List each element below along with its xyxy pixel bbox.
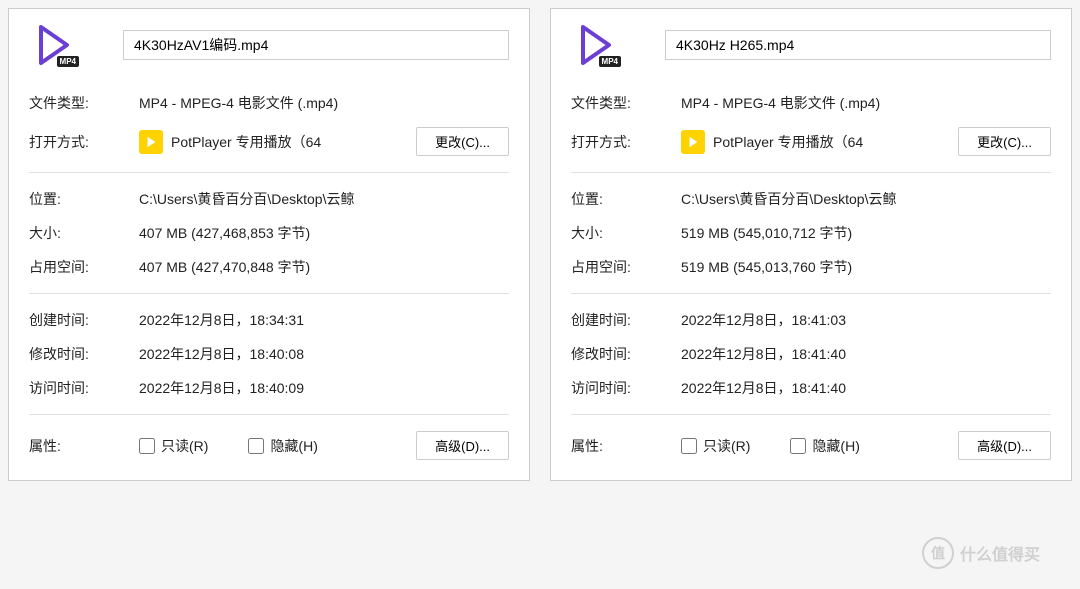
advanced-button[interactable]: 高级(D)...: [416, 431, 509, 460]
accessed-label: 访问时间:: [29, 378, 139, 398]
mp4-badge: MP4: [57, 56, 79, 67]
open-with-label: 打开方式:: [29, 132, 139, 152]
open-with-value: PotPlayer 专用播放（64: [713, 132, 950, 152]
hidden-checkbox-group[interactable]: 隐藏(H): [248, 436, 317, 456]
change-button[interactable]: 更改(C)...: [416, 127, 509, 156]
location-value: C:\Users\黄昏百分百\Desktop\云鲸: [681, 189, 1051, 209]
change-button[interactable]: 更改(C)...: [958, 127, 1051, 156]
mp4-badge: MP4: [599, 56, 621, 67]
divider: [29, 293, 509, 294]
file-type-value: MP4 - MPEG-4 电影文件 (.mp4): [681, 93, 1051, 113]
readonly-label: 只读(R): [703, 436, 750, 456]
size-value: 519 MB (545,010,712 字节): [681, 223, 1051, 243]
modified-value: 2022年12月8日，18:40:08: [139, 344, 509, 364]
attributes-label: 属性:: [29, 436, 139, 456]
location-label: 位置:: [29, 189, 139, 209]
accessed-value: 2022年12月8日，18:40:09: [139, 378, 509, 398]
header-row: MP4: [29, 21, 509, 69]
file-type-value: MP4 - MPEG-4 电影文件 (.mp4): [139, 93, 509, 113]
created-label: 创建时间:: [29, 310, 139, 330]
size-on-disk-value: 407 MB (427,470,848 字节): [139, 257, 509, 277]
open-with-label: 打开方式:: [571, 132, 681, 152]
file-mp4-icon: MP4: [571, 21, 619, 69]
hidden-checkbox[interactable]: [790, 438, 806, 454]
file-type-label: 文件类型:: [29, 93, 139, 113]
file-type-label: 文件类型:: [571, 93, 681, 113]
size-value: 407 MB (427,468,853 字节): [139, 223, 509, 243]
modified-value: 2022年12月8日，18:41:40: [681, 344, 1051, 364]
hidden-label: 隐藏(H): [812, 436, 859, 456]
divider: [571, 293, 1051, 294]
divider: [29, 414, 509, 415]
readonly-checkbox-group[interactable]: 只读(R): [681, 436, 750, 456]
header-row: MP4: [571, 21, 1051, 69]
potplayer-icon: [681, 130, 705, 154]
watermark-circle: 值: [922, 537, 954, 569]
location-label: 位置:: [571, 189, 681, 209]
watermark-text: 什么值得买: [960, 541, 1040, 565]
attributes-label: 属性:: [571, 436, 681, 456]
filename-input[interactable]: [665, 30, 1051, 60]
divider: [571, 172, 1051, 173]
size-on-disk-label: 占用空间:: [571, 257, 681, 277]
open-with-value: PotPlayer 专用播放（64: [171, 132, 408, 152]
advanced-button[interactable]: 高级(D)...: [958, 431, 1051, 460]
info-section: 文件类型: MP4 - MPEG-4 电影文件 (.mp4) 打开方式: Pot…: [29, 93, 509, 156]
potplayer-icon: [139, 130, 163, 154]
divider: [29, 172, 509, 173]
modified-label: 修改时间:: [571, 344, 681, 364]
watermark: 值 什么值得买: [922, 537, 1040, 569]
size-on-disk-value: 519 MB (545,013,760 字节): [681, 257, 1051, 277]
divider: [571, 414, 1051, 415]
properties-panel-right: MP4 文件类型: MP4 - MPEG-4 电影文件 (.mp4) 打开方式:…: [550, 8, 1072, 481]
created-label: 创建时间:: [571, 310, 681, 330]
hidden-checkbox[interactable]: [248, 438, 264, 454]
hidden-label: 隐藏(H): [270, 436, 317, 456]
size-on-disk-label: 占用空间:: [29, 257, 139, 277]
file-mp4-icon: MP4: [29, 21, 77, 69]
hidden-checkbox-group[interactable]: 隐藏(H): [790, 436, 859, 456]
readonly-label: 只读(R): [161, 436, 208, 456]
created-value: 2022年12月8日，18:34:31: [139, 310, 509, 330]
size-label: 大小:: [29, 223, 139, 243]
properties-panel-left: MP4 文件类型: MP4 - MPEG-4 电影文件 (.mp4) 打开方式:…: [8, 8, 530, 481]
readonly-checkbox[interactable]: [681, 438, 697, 454]
accessed-value: 2022年12月8日，18:41:40: [681, 378, 1051, 398]
accessed-label: 访问时间:: [571, 378, 681, 398]
readonly-checkbox[interactable]: [139, 438, 155, 454]
filename-input[interactable]: [123, 30, 509, 60]
readonly-checkbox-group[interactable]: 只读(R): [139, 436, 208, 456]
modified-label: 修改时间:: [29, 344, 139, 364]
created-value: 2022年12月8日，18:41:03: [681, 310, 1051, 330]
location-value: C:\Users\黄昏百分百\Desktop\云鲸: [139, 189, 509, 209]
size-label: 大小:: [571, 223, 681, 243]
